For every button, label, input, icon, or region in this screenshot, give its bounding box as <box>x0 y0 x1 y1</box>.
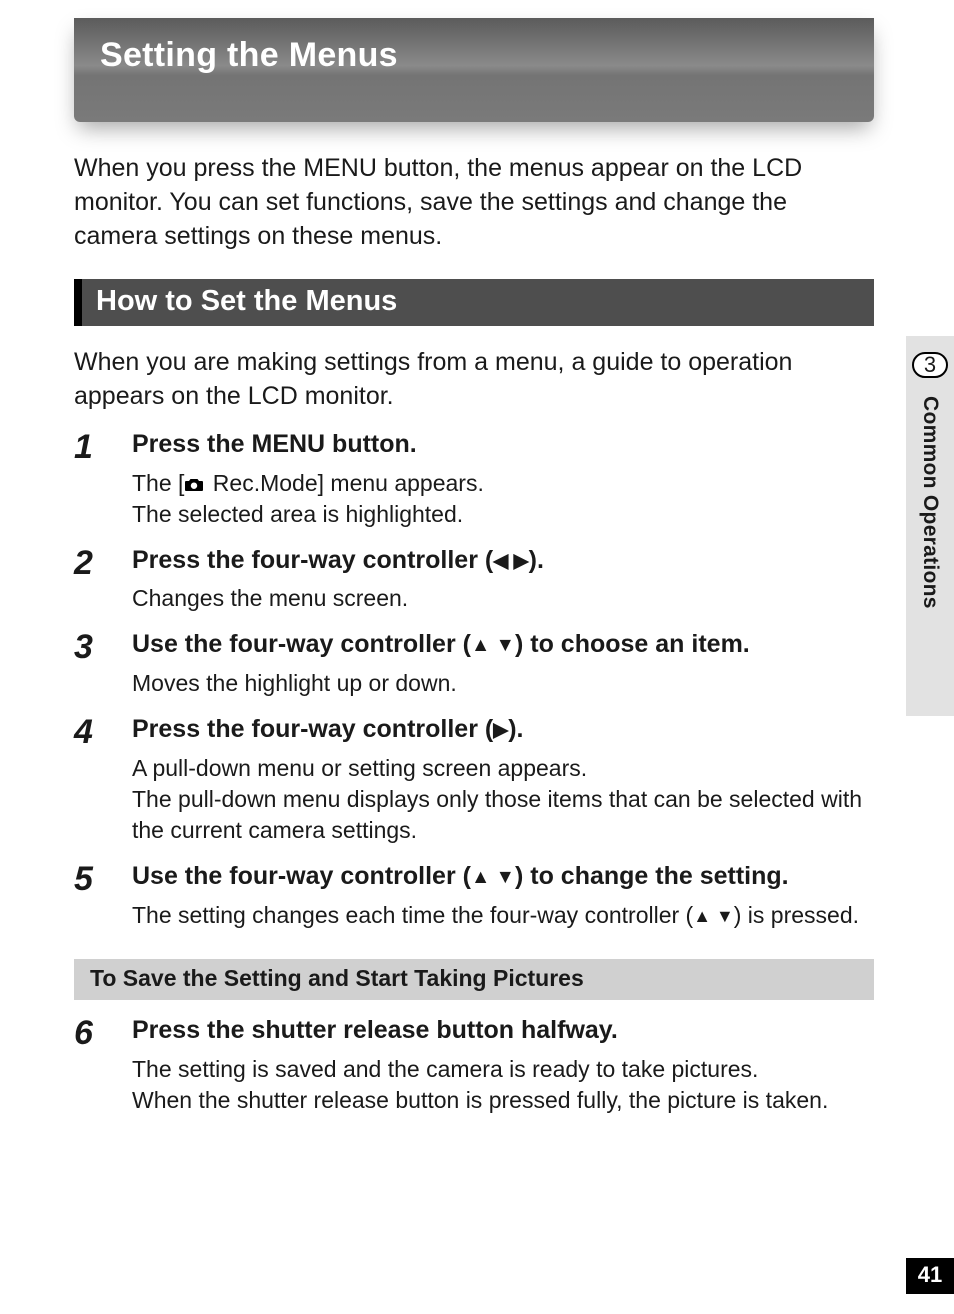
step-detail: Changes the menu screen. <box>132 583 874 614</box>
step-title: Press the shutter release button halfway… <box>132 1014 874 1048</box>
step-detail: Moves the highlight up or down. <box>132 668 874 699</box>
step-number: 3 <box>74 628 132 666</box>
up-down-arrow-icon: ▲ ▼ <box>471 864 515 890</box>
step-2: 2 Press the four-way controller (◀ ▶). C… <box>74 544 874 615</box>
step-number: 1 <box>74 428 132 466</box>
left-right-arrow-icon: ◀ ▶ <box>493 548 528 574</box>
step-4: 4 Press the four-way controller (▶). A p… <box>74 713 874 846</box>
step-title: Press the MENU button. <box>132 428 874 462</box>
intro-paragraph: When you press the MENU button, the menu… <box>74 152 874 253</box>
step-5: 5 Use the four-way controller (▲ ▼) to c… <box>74 860 874 931</box>
page-content: Setting the Menus When you press the MEN… <box>74 0 874 1116</box>
step-6: 6 Press the shutter release button halfw… <box>74 1014 874 1116</box>
chapter-label: Common Operations <box>918 396 942 609</box>
step-title: Use the four-way controller (▲ ▼) to cha… <box>132 860 874 894</box>
page-title: Setting the Menus <box>100 36 848 75</box>
steps-list: 1 Press the MENU button. The [ Rec.Mode]… <box>74 428 874 931</box>
section-heading: How to Set the Menus <box>74 279 874 326</box>
chapter-number-badge: 3 <box>912 352 948 378</box>
step-detail: The [ Rec.Mode] menu appears. The select… <box>132 468 874 530</box>
step-3: 3 Use the four-way controller (▲ ▼) to c… <box>74 628 874 699</box>
step-detail: A pull-down menu or setting screen appea… <box>132 753 874 846</box>
page-number: 41 <box>906 1258 954 1294</box>
right-arrow-icon: ▶ <box>493 717 508 743</box>
up-down-arrow-icon: ▲ ▼ <box>693 904 734 928</box>
step-title: Press the four-way controller (▶). <box>132 713 874 747</box>
camera-icon <box>184 477 204 492</box>
step-1: 1 Press the MENU button. The [ Rec.Mode]… <box>74 428 874 530</box>
step-detail: The setting changes each time the four-w… <box>132 900 874 931</box>
step-title: Use the four-way controller (▲ ▼) to cho… <box>132 628 874 662</box>
section-intro: When you are making settings from a menu… <box>74 346 874 414</box>
step-number: 6 <box>74 1014 132 1052</box>
steps-list-2: 6 Press the shutter release button halfw… <box>74 1014 874 1116</box>
step-title: Press the four-way controller (◀ ▶). <box>132 544 874 578</box>
step-number: 2 <box>74 544 132 582</box>
sub-heading: To Save the Setting and Start Taking Pic… <box>74 959 874 1000</box>
side-tab: 3 Common Operations <box>906 336 954 716</box>
step-number: 5 <box>74 860 132 898</box>
step-number: 4 <box>74 713 132 751</box>
page-title-box: Setting the Menus <box>74 18 874 122</box>
up-down-arrow-icon: ▲ ▼ <box>471 632 515 658</box>
step-detail: The setting is saved and the camera is r… <box>132 1054 874 1116</box>
